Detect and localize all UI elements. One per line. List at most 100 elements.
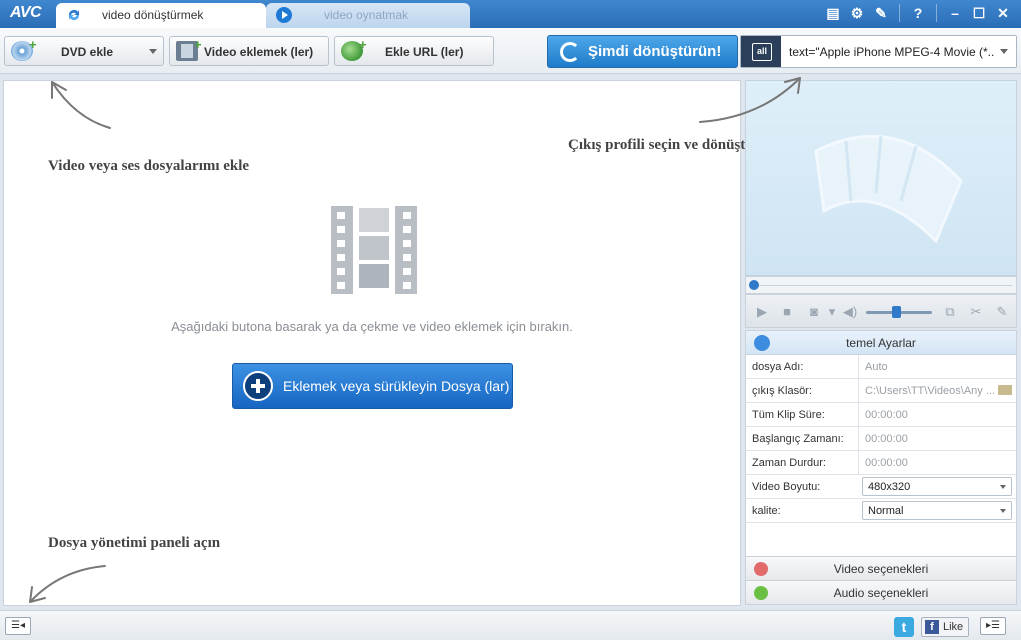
plus-icon: +: [359, 37, 367, 52]
gear-icon[interactable]: ⚙: [847, 3, 867, 23]
wrench-icon[interactable]: ✎: [871, 3, 891, 23]
volume-icon[interactable]: ◀): [842, 304, 858, 320]
refresh-icon: [560, 42, 580, 62]
snapshot-icon[interactable]: ⧉: [942, 304, 958, 320]
like-label: Like: [943, 621, 964, 633]
add-files-button[interactable]: Eklemek veya sürükleyin Dosya (lar): [232, 363, 513, 409]
wrench-icon[interactable]: ✎: [994, 304, 1010, 320]
device-all-icon: [741, 36, 781, 67]
film-strip-icon: [331, 206, 417, 294]
film-icon: [754, 562, 768, 576]
row-quality: kalite: Normal: [746, 499, 1016, 523]
quality-select[interactable]: Normal: [862, 501, 1012, 520]
video-options-label: Video seçenekleri: [833, 562, 929, 576]
file-name-field[interactable]: Auto: [858, 355, 1016, 378]
settings-header-label: temel Ayarlar: [846, 336, 916, 350]
minimize-icon[interactable]: –: [945, 3, 965, 23]
row-label: dosya Adı:: [752, 361, 804, 373]
add-circle-icon: [243, 371, 273, 401]
add-files-label: Eklemek veya sürükleyin Dosya (lar): [283, 378, 510, 394]
convert-tab-icon: [66, 7, 82, 23]
chevron-down-icon[interactable]: [1000, 49, 1008, 54]
player-controls: ▶ ■ ◙ ▾ ◀) ⧉ ✂ ✎: [745, 294, 1017, 328]
basic-settings-panel: temel Ayarlar dosya Adı: Auto çıkış Klas…: [745, 330, 1017, 605]
seek-bar[interactable]: [745, 276, 1017, 294]
video-options-header[interactable]: Video seçenekleri: [746, 556, 1016, 580]
video-size-select[interactable]: 480x320: [862, 477, 1012, 496]
start-time-field[interactable]: 00:00:00: [858, 427, 1016, 450]
add-video-button[interactable]: + Video eklemek (ler): [169, 36, 329, 66]
chevron-down-icon[interactable]: [149, 49, 157, 54]
camera-icon[interactable]: ◙: [806, 304, 822, 320]
facebook-icon: f: [925, 620, 939, 634]
row-label: Zaman Durdur:: [752, 457, 826, 469]
close-icon[interactable]: ✕: [993, 3, 1013, 23]
tab-label: video oynatmak: [324, 8, 409, 22]
toolbar: + DVD ekle + Video eklemek (ler) + Ekle …: [0, 28, 1021, 74]
chevron-down-icon: [1000, 485, 1006, 489]
plus-icon: +: [194, 37, 202, 52]
status-bar: ☰◂ t f Like ▸☰: [0, 610, 1021, 640]
twitter-icon[interactable]: t: [894, 617, 914, 637]
row-label: Video Boyutu:: [752, 481, 821, 493]
output-folder-field[interactable]: C:\Users\TT\Videos\Any ...: [858, 379, 1016, 402]
add-url-label: Ekle URL (ler): [385, 45, 464, 59]
separator: [899, 4, 900, 22]
add-dvd-label: DVD ekle: [61, 45, 114, 59]
add-url-button[interactable]: + Ekle URL (ler): [334, 36, 494, 66]
convert-now-label: Şimdi dönüştürün!: [588, 43, 722, 60]
video-preview: [745, 80, 1017, 276]
drop-instruction: Aşağıdaki butona basarak ya da çekme ve …: [171, 319, 573, 334]
speaker-icon: [754, 586, 768, 600]
audio-options-label: Audio seçenekleri: [833, 586, 929, 600]
row-label: Tüm Klip Süre:: [752, 409, 825, 421]
title-bar: AVC video dönüştürmek video oynatmak ▤ ⚙…: [0, 0, 1021, 28]
plus-icon: +: [29, 37, 37, 52]
video-size-value: 480x320: [868, 481, 911, 493]
add-dvd-button[interactable]: + DVD ekle: [4, 36, 164, 66]
hint-file-panel: Dosya yönetimi paneli açın: [48, 535, 221, 551]
play-tab-icon: [276, 7, 292, 23]
stop-time-field[interactable]: 00:00:00: [858, 451, 1016, 474]
row-video-size: Video Boyutu: 480x320: [746, 475, 1016, 499]
scissors-icon[interactable]: ✂: [968, 304, 984, 320]
audio-options-header[interactable]: Audio seçenekleri: [746, 580, 1016, 604]
tab-video-play[interactable]: video oynatmak: [266, 3, 470, 28]
row-total-duration: Tüm Klip Süre: 00:00:00: [746, 403, 1016, 427]
help-icon[interactable]: ?: [908, 3, 928, 23]
add-video-label: Video eklemek (ler): [204, 45, 314, 59]
facebook-like-button[interactable]: f Like: [921, 617, 969, 637]
profile-value: text="Apple iPhone MPEG-4 Movie (*...: [789, 45, 994, 59]
chevron-down-icon: [1000, 509, 1006, 513]
settings-header[interactable]: temel Ayarlar: [746, 331, 1016, 355]
file-panel-toggle-button[interactable]: ☰◂: [5, 617, 31, 635]
row-stop-time: Zaman Durdur: 00:00:00: [746, 451, 1016, 475]
film-watermark-icon: [814, 134, 963, 244]
seek-handle[interactable]: [749, 280, 759, 290]
row-label: Başlangıç Zamanı:: [752, 433, 844, 445]
seek-track: [758, 285, 1012, 286]
total-duration-field: 00:00:00: [858, 403, 1016, 426]
stop-icon[interactable]: ■: [779, 304, 795, 320]
row-start-time: Başlangıç Zamanı: 00:00:00: [746, 427, 1016, 451]
row-label: çıkış Klasör:: [752, 385, 812, 397]
settings-icon: [754, 335, 770, 351]
output-profile-select[interactable]: text="Apple iPhone MPEG-4 Movie (*...: [740, 35, 1017, 68]
chevron-down-icon[interactable]: ▾: [824, 304, 840, 320]
app-logo: AVC: [10, 4, 42, 21]
volume-handle[interactable]: [892, 306, 901, 318]
convert-now-button[interactable]: Şimdi dönüştürün!: [547, 35, 738, 68]
row-output-folder: çıkış Klasör: C:\Users\TT\Videos\Any ...: [746, 379, 1016, 403]
tab-label: video dönüştürmek: [102, 8, 204, 22]
play-icon[interactable]: ▶: [754, 304, 770, 320]
list-icon[interactable]: ▤: [823, 3, 843, 23]
row-file-name: dosya Adı: Auto: [746, 355, 1016, 379]
hint-add-files: Video veya ses dosyalarımı ekle: [48, 158, 250, 174]
folder-icon[interactable]: [998, 385, 1012, 395]
window-controls: ▤ ⚙ ✎ ? – ☐ ✕: [823, 3, 1013, 23]
tab-video-convert[interactable]: video dönüştürmek: [56, 3, 266, 28]
maximize-icon[interactable]: ☐: [969, 3, 989, 23]
row-label: kalite:: [752, 505, 781, 517]
quality-value: Normal: [868, 505, 904, 517]
right-panel-toggle-button[interactable]: ▸☰: [980, 617, 1006, 635]
